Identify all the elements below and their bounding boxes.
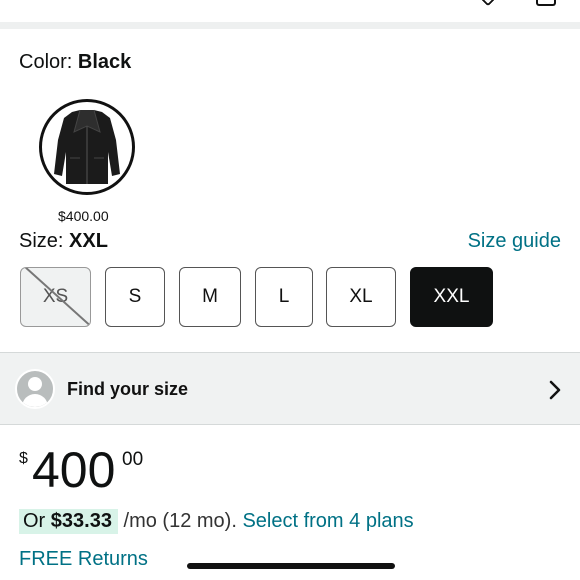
size-label-text: Size: [19,230,64,252]
select-plans-link[interactable]: Select from 4 plans [242,510,413,532]
size-option-label: M [202,286,218,307]
home-indicator [187,563,395,569]
installment-amount: $33.33 [50,510,112,532]
size-option-xxl[interactable]: XXL [410,267,493,327]
size-option-xl[interactable]: XL [326,267,396,327]
installment-offer: Or $33.33 /mo (12 mo). Select from 4 pla… [19,509,414,534]
color-label-text: Color: [19,51,73,73]
installment-highlight: Or $33.33 [19,509,118,534]
section-divider [0,22,580,29]
size-option-s[interactable]: S [105,267,165,327]
unavailable-strike [22,268,90,326]
size-guide-link[interactable]: Size guide [468,230,561,253]
swatch-price: $400.00 [58,208,109,224]
color-label: Color: Black [19,51,131,74]
top-bar [0,0,580,22]
price-currency: $ [19,450,28,467]
heart-icon[interactable] [479,0,497,7]
size-option-xs[interactable]: XS [20,267,91,327]
free-returns-link[interactable]: FREE Returns [19,548,148,571]
size-option-l[interactable]: L [255,267,313,327]
find-your-size-row[interactable]: Find your size [0,352,580,425]
color-swatch-black[interactable] [39,99,135,195]
share-icon[interactable] [536,0,556,6]
installment-term: /mo (12 mo). [123,510,237,532]
price-fraction: 00 [122,449,144,470]
size-value: XXL [69,230,108,252]
leather-jacket-icon [54,109,120,184]
color-value: Black [77,51,132,73]
chevron-right-icon [549,380,561,400]
size-option-label: L [278,286,290,307]
price-whole: 400 [32,442,116,498]
avatar-icon [15,369,55,409]
size-option-label: XL [349,286,373,307]
size-option-label: XS [42,286,69,307]
size-option-m[interactable]: M [179,267,241,327]
find-your-size-label: Find your size [67,379,189,399]
size-label: Size: XXL [19,230,108,253]
installment-prefix: Or [23,510,46,532]
size-option-label: XXL [433,286,470,307]
size-option-label: S [128,286,142,307]
